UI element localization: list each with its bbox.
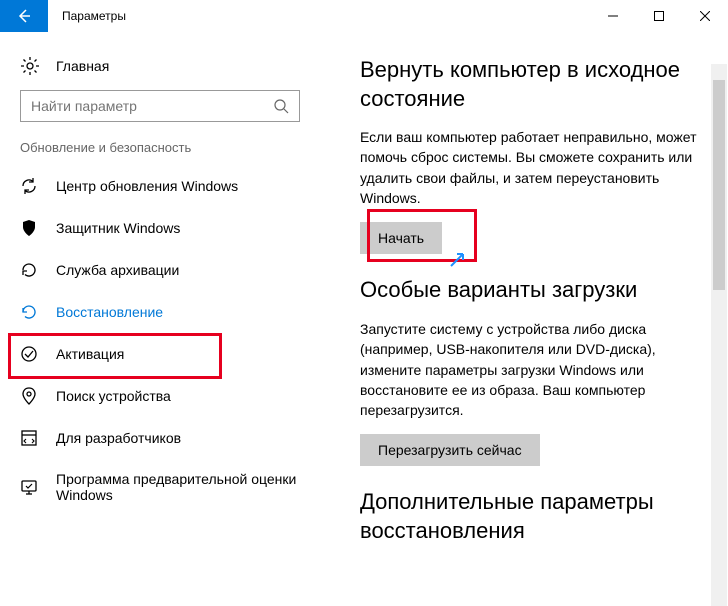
home-link[interactable]: Главная: [0, 48, 320, 90]
nav-backup[interactable]: Служба архивации: [0, 249, 320, 291]
nav-insider[interactable]: Программа предварительной оценки Windows: [0, 459, 320, 515]
recovery-icon: [20, 303, 38, 321]
restart-now-button[interactable]: Перезагрузить сейчас: [360, 434, 540, 466]
nav-label: Для разработчиков: [56, 430, 181, 446]
nav-windows-defender[interactable]: Защитник Windows: [0, 207, 320, 249]
nav-label: Поиск устройства: [56, 388, 171, 404]
minimize-icon: [608, 11, 618, 21]
reset-description: Если ваш компьютер работает неправильно,…: [360, 127, 698, 208]
nav-label: Служба архивации: [56, 262, 179, 278]
nav-activation[interactable]: Активация: [0, 333, 320, 375]
advanced-description: Запустите систему с устройства либо диск…: [360, 319, 698, 420]
search-input[interactable]: [31, 98, 273, 114]
scroll-thumb[interactable]: [713, 80, 725, 290]
minimize-button[interactable]: [590, 0, 636, 32]
home-label: Главная: [56, 58, 109, 74]
close-icon: [700, 11, 710, 21]
search-box[interactable]: [20, 90, 300, 122]
maximize-button[interactable]: [636, 0, 682, 32]
backup-icon: [20, 261, 38, 279]
find-device-icon: [20, 387, 38, 405]
shield-icon: [20, 219, 38, 237]
nav-label: Активация: [56, 346, 124, 362]
nav-label: Программа предварительной оценки Windows: [56, 471, 300, 503]
window-title: Параметры: [48, 0, 140, 32]
section-header: Обновление и безопасность: [0, 140, 320, 165]
back-button[interactable]: [0, 0, 48, 32]
nav-label: Восстановление: [56, 304, 163, 320]
nav-label: Защитник Windows: [56, 220, 180, 236]
developers-icon: [20, 429, 38, 447]
activation-icon: [20, 345, 38, 363]
nav-windows-update[interactable]: Центр обновления Windows: [0, 165, 320, 207]
nav-label: Центр обновления Windows: [56, 178, 238, 194]
nav-find-device[interactable]: Поиск устройства: [0, 375, 320, 417]
nav-recovery[interactable]: Восстановление: [0, 291, 320, 333]
vertical-scrollbar[interactable]: [711, 64, 727, 606]
search-icon: [273, 98, 289, 114]
arrow-left-icon: [16, 8, 32, 24]
reset-start-button[interactable]: Начать: [360, 222, 442, 254]
insider-icon: [20, 478, 38, 496]
sync-icon: [20, 177, 38, 195]
nav-developers[interactable]: Для разработчиков: [0, 417, 320, 459]
advanced-heading: Особые варианты загрузки: [360, 276, 698, 305]
close-button[interactable]: [682, 0, 728, 32]
sidebar: Главная Обновление и безопасность Центр …: [0, 32, 320, 606]
gear-icon: [20, 56, 40, 76]
titlebar: Параметры: [0, 0, 728, 32]
reset-heading: Вернуть компьютер в исходное состояние: [360, 56, 698, 113]
more-options-heading: Дополнительные параметры восстановления: [360, 488, 698, 545]
main-panel: Вернуть компьютер в исходное состояние Е…: [320, 32, 728, 606]
maximize-icon: [654, 11, 664, 21]
